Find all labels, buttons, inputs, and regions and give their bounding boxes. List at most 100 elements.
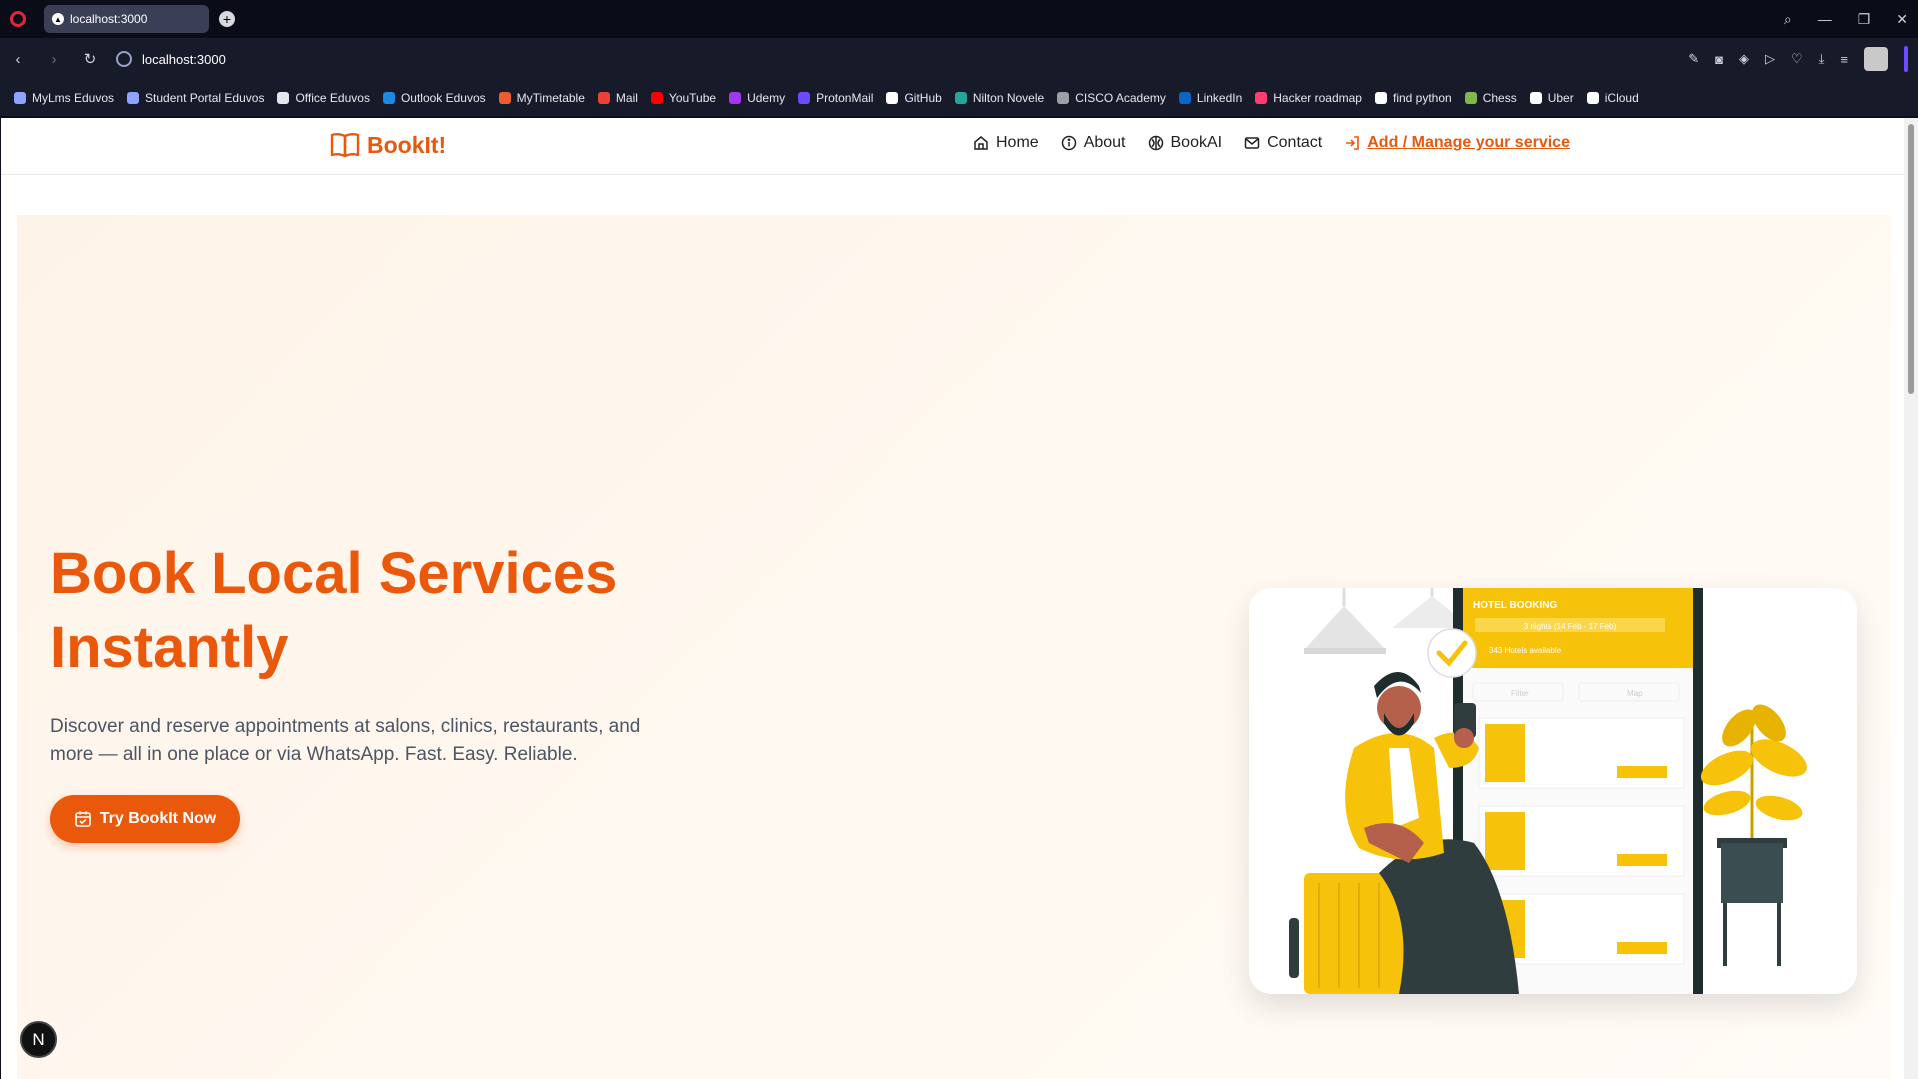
bookmark-label: LinkedIn xyxy=(1196,91,1243,105)
map-label: Map xyxy=(1627,689,1643,698)
download-icon[interactable]: ⤓ xyxy=(1819,51,1825,67)
nav-contact-label: Contact xyxy=(1267,134,1323,151)
bookmark-item[interactable]: iCloud xyxy=(1586,91,1639,105)
bookmark-favicon-icon xyxy=(382,92,395,104)
nav-about[interactable]: About xyxy=(1061,134,1126,152)
bookmark-label: Chess xyxy=(1482,91,1517,105)
bookmark-favicon-icon xyxy=(1057,92,1070,104)
bookmark-favicon-icon xyxy=(650,92,663,104)
bookmark-favicon-icon xyxy=(498,92,511,104)
minimize-icon[interactable]: — xyxy=(1818,11,1832,27)
profile-avatar[interactable] xyxy=(1864,47,1888,71)
nav-manage-service[interactable]: Add / Manage your service xyxy=(1344,134,1570,152)
bookmark-favicon-icon xyxy=(729,92,742,104)
bookmark-favicon-icon xyxy=(1255,92,1268,104)
browser-tab[interactable]: ▲ localhost:3000 xyxy=(44,5,209,33)
try-bookit-button[interactable]: Try BookIt Now xyxy=(50,795,240,843)
hero-section: Book Local Services Instantly Discover a… xyxy=(17,215,1891,1079)
nav-bookai[interactable]: BookAI xyxy=(1148,134,1223,152)
info-icon xyxy=(1061,135,1076,151)
bookmark-favicon-icon xyxy=(1529,92,1542,104)
close-window-icon[interactable]: ✕ xyxy=(1896,11,1908,28)
camera-icon[interactable]: ◙ xyxy=(1715,52,1723,67)
hero-description: Discover and reserve appointments at sal… xyxy=(50,716,641,765)
play-icon[interactable]: ▷ xyxy=(1765,51,1775,67)
browser-titlebar: ▲ localhost:3000 + ⌕ — ❐ ✕ xyxy=(0,0,1918,38)
open-book-icon xyxy=(330,133,360,158)
address-bar-actions: ✎ ◙ ◈ ▷ ♡ ⤓ ≡ xyxy=(1688,38,1908,80)
bookmark-item[interactable]: GitHub xyxy=(886,91,942,105)
hero-title: Book Local Services Instantly xyxy=(50,541,618,680)
sidebar-accent xyxy=(1904,46,1908,72)
bookmark-favicon-icon xyxy=(1178,92,1191,104)
bookmark-item[interactable]: Outlook Eduvos xyxy=(382,91,486,105)
bookmark-label: GitHub xyxy=(904,91,942,105)
nav-about-label: About xyxy=(1083,134,1126,151)
bookmark-item[interactable]: YouTube xyxy=(650,91,717,105)
bookmark-label: YouTube xyxy=(668,91,717,105)
bookmark-item[interactable]: find python xyxy=(1374,91,1452,105)
edit-icon[interactable]: ✎ xyxy=(1688,51,1699,67)
tab-title: localhost:3000 xyxy=(70,12,148,26)
tab-favicon-icon: ▲ xyxy=(52,13,64,25)
ai-chip-icon xyxy=(1148,135,1163,151)
bookmark-favicon-icon xyxy=(277,92,290,104)
bookmarks-bar: MyLms Eduvos Student Portal Eduvos Office … xyxy=(0,80,1918,116)
bookmark-label: find python xyxy=(1392,91,1452,105)
page-scrollbar[interactable] xyxy=(1904,118,1918,1079)
url-field[interactable]: localhost:3000 xyxy=(142,52,226,67)
bookmark-item[interactable]: Chess xyxy=(1464,91,1517,105)
bookmark-label: Uber xyxy=(1547,91,1574,105)
nav-contact[interactable]: Contact xyxy=(1244,134,1322,152)
nav-home-label: Home xyxy=(996,134,1039,151)
new-tab-button[interactable]: + xyxy=(219,11,235,27)
bookmark-favicon-icon xyxy=(127,92,140,104)
bookmark-label: Student Portal Eduvos xyxy=(145,91,265,105)
bookmark-item[interactable]: Uber xyxy=(1529,91,1574,105)
brand-logo[interactable]: BookIt! xyxy=(330,131,446,159)
scrollbar-thumb[interactable] xyxy=(1908,124,1914,394)
search-tabs-icon[interactable]: ⌕ xyxy=(1784,11,1792,28)
bookmark-item[interactable]: ProtonMail xyxy=(798,91,873,105)
bookmark-item[interactable]: Hacker roadmap xyxy=(1255,91,1362,105)
reload-icon[interactable]: ↻ xyxy=(72,50,108,68)
bookmark-item[interactable]: Nilton Novele xyxy=(954,91,1045,105)
nav-bookai-label: BookAI xyxy=(1170,134,1223,151)
bookmark-label: MyLms Eduvos xyxy=(32,91,115,105)
back-icon[interactable]: ‹ xyxy=(0,51,36,68)
main-nav: Home About BookAI Contact Add / Manage y… xyxy=(973,134,1570,152)
bookmark-item[interactable]: MyTimetable xyxy=(498,91,585,105)
forward-icon[interactable]: › xyxy=(36,51,72,68)
bookmark-item[interactable]: Office Eduvos xyxy=(277,91,370,105)
mail-icon xyxy=(1244,137,1260,149)
bookmark-label: CISCO Academy xyxy=(1075,91,1166,105)
site-info-icon[interactable] xyxy=(116,51,132,67)
shield-icon[interactable]: ◈ xyxy=(1739,51,1749,67)
bookmark-favicon-icon xyxy=(954,92,967,104)
hotel-dates: 3 nights (14 Feb - 17 Feb) xyxy=(1524,622,1617,631)
hotels-available: 343 Hotels available xyxy=(1489,646,1562,655)
bookmark-item[interactable]: Udemy xyxy=(729,91,785,105)
bookmark-label: Udemy xyxy=(747,91,786,105)
heart-icon[interactable]: ♡ xyxy=(1791,51,1803,67)
window-controls: ⌕ — ❐ ✕ xyxy=(1784,0,1908,38)
hotel-booking-illustration: HOTEL BOOKING 3 nights (14 Feb - 17 Feb)… xyxy=(1249,588,1857,994)
bookmark-favicon-icon xyxy=(1464,92,1477,104)
bookmark-label: MyTimetable xyxy=(516,91,585,105)
opera-logo-icon[interactable] xyxy=(10,11,26,27)
bookmark-item[interactable]: LinkedIn xyxy=(1178,91,1243,105)
bookmark-label: Mail xyxy=(615,91,638,105)
nav-home[interactable]: Home xyxy=(973,134,1039,152)
bookmark-item[interactable]: MyLms Eduvos xyxy=(14,91,114,105)
filter-label: Filter xyxy=(1511,689,1529,698)
restore-icon[interactable]: ❐ xyxy=(1858,11,1871,28)
home-icon xyxy=(974,136,988,150)
bookmark-item[interactable]: CISCO Academy xyxy=(1057,91,1166,105)
bookmark-label: Nilton Novele xyxy=(972,91,1045,105)
bookmark-item[interactable]: Student Portal Eduvos xyxy=(127,91,264,105)
bookmark-favicon-icon xyxy=(14,92,26,104)
nextjs-dev-badge[interactable]: N xyxy=(20,1021,57,1058)
bookmark-item[interactable]: Mail xyxy=(597,91,638,105)
bookmark-label: Office Eduvos xyxy=(295,91,370,105)
menu-icon[interactable]: ≡ xyxy=(1840,52,1848,67)
